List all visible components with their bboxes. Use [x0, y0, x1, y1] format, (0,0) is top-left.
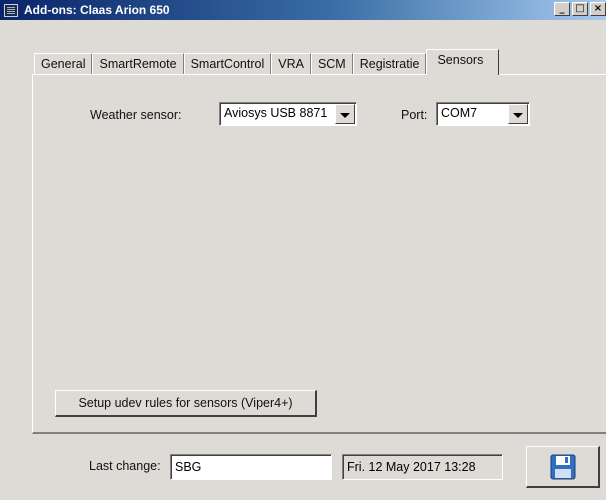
last-change-label: Last change: — [89, 459, 161, 473]
port-select[interactable]: COM7 — [436, 102, 530, 126]
last-change-user-value: SBG — [175, 460, 202, 474]
tab-sensors[interactable]: Sensors — [426, 49, 500, 75]
weather-sensor-select[interactable]: Aviosys USB 8871 — [219, 102, 357, 126]
tab-vra[interactable]: VRA — [271, 53, 311, 75]
floppy-disk-icon — [550, 454, 575, 479]
chevron-down-icon[interactable] — [508, 104, 528, 124]
weather-sensor-label: Weather sensor: — [90, 108, 182, 122]
title-bar[interactable]: Add-ons: Claas Arion 650 _ □ × — [0, 0, 606, 20]
chevron-down-icon[interactable] — [335, 104, 355, 124]
window-title: Add-ons: Claas Arion 650 — [24, 3, 170, 17]
maximize-icon[interactable]: □ — [572, 2, 588, 16]
last-change-date-field: Fri. 12 May 2017 13:28 — [342, 454, 503, 480]
last-change-date-value: Fri. 12 May 2017 13:28 — [347, 460, 476, 474]
tab-bar: General SmartRemote SmartControl VRA SCM… — [34, 49, 500, 75]
port-value: COM7 — [441, 106, 478, 120]
sensors-tab-pane — [32, 74, 606, 434]
close-icon[interactable]: × — [590, 2, 606, 16]
tab-general[interactable]: General — [34, 53, 93, 75]
window-controls: _ □ × — [554, 2, 606, 16]
tab-scm[interactable]: SCM — [310, 53, 353, 75]
setup-udev-rules-button[interactable]: Setup udev rules for sensors (Viper4+) — [55, 390, 317, 417]
window-icon — [4, 3, 18, 17]
tab-registratie[interactable]: Registratie — [352, 53, 427, 75]
tab-smartcontrol[interactable]: SmartControl — [183, 53, 272, 75]
port-label: Port: — [401, 108, 428, 122]
save-button[interactable] — [526, 446, 600, 488]
weather-sensor-value: Aviosys USB 8871 — [224, 106, 328, 120]
minimize-icon[interactable]: _ — [554, 2, 570, 16]
tab-smartremote[interactable]: SmartRemote — [92, 53, 184, 75]
last-change-user-field[interactable]: SBG — [170, 454, 332, 480]
